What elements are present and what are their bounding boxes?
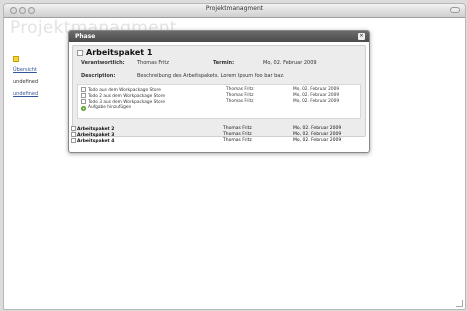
sidebar-item-undefined-link[interactable]: undefined <box>13 88 38 100</box>
task-checkbox[interactable] <box>81 99 86 104</box>
title-bar: Projektmanagment <box>4 4 465 18</box>
workpackage-checkbox[interactable] <box>71 132 76 137</box>
task-person: Thomas Fritz <box>226 99 254 104</box>
task-checkbox[interactable] <box>81 87 86 92</box>
workpackage-checkbox[interactable] <box>77 49 83 56</box>
responsible-label: Verantwortlich: <box>81 60 125 66</box>
workpackage-name: Arbeitspaket 1 <box>86 48 153 57</box>
deadline-label: Termin: <box>213 60 235 66</box>
workpackage-row-person: Thomas Fritz <box>223 138 252 143</box>
add-icon: + <box>81 105 86 111</box>
workpackage-row-name: Arbeitspaket 4 <box>77 139 115 144</box>
task-name: Todo 3 aus dem Workpackage Store <box>88 100 165 105</box>
workpackage-meta: Verantwortlich: Thomas Fritz Termin: Mo,… <box>77 60 361 67</box>
task-checkbox[interactable] <box>81 93 86 98</box>
resize-grip-icon[interactable] <box>456 300 463 307</box>
deadline-value: Mo, 02. Februar 2009 <box>263 60 317 66</box>
description-value: Beschreibung des Arbeitspakets. Lorem Ip… <box>137 73 285 79</box>
window-title: Projektmanagment <box>205 5 264 12</box>
workpackage-row[interactable]: Arbeitspaket 4 Thomas Fritz Mo, 02. Febr… <box>71 138 368 144</box>
sidebar-item-undefined: undefined <box>13 79 39 85</box>
workpackage-card: Arbeitspaket 1 Verantwortlich: Thomas Fr… <box>72 45 366 137</box>
workpackage-list: Arbeitspaket 2 Thomas Fritz Mo, 02. Febr… <box>71 126 368 144</box>
folder-icon[interactable] <box>13 56 19 62</box>
workpackage-title: Arbeitspaket 1 <box>77 48 361 57</box>
sidebar: Übersicht undefined undefined <box>13 56 38 100</box>
task-list: Todo aus dem Workpackage Store Thomas Fr… <box>77 84 361 119</box>
phase-title: Phase <box>75 33 96 40</box>
task-date: Mo, 02. Februar 2009 <box>293 99 340 104</box>
workpackage-checkbox[interactable] <box>71 138 76 143</box>
workpackage-row-date: Mo, 02. Februar 2009 <box>293 138 342 143</box>
toolbar-toggle-button[interactable] <box>450 7 460 13</box>
sidebar-item-uebersicht[interactable]: Übersicht <box>13 64 38 76</box>
responsible-value: Thomas Fritz <box>137 60 169 66</box>
description-label: Description: <box>81 73 116 79</box>
workpackage-checkbox[interactable] <box>71 126 76 131</box>
close-icon[interactable]: × <box>358 33 365 40</box>
phase-header: Phase × <box>69 31 369 42</box>
workpackage-description-row: Description: Beschreibung des Arbeitspak… <box>77 73 361 80</box>
task-row: Todo 3 aus dem Workpackage Store Thomas … <box>81 99 357 105</box>
